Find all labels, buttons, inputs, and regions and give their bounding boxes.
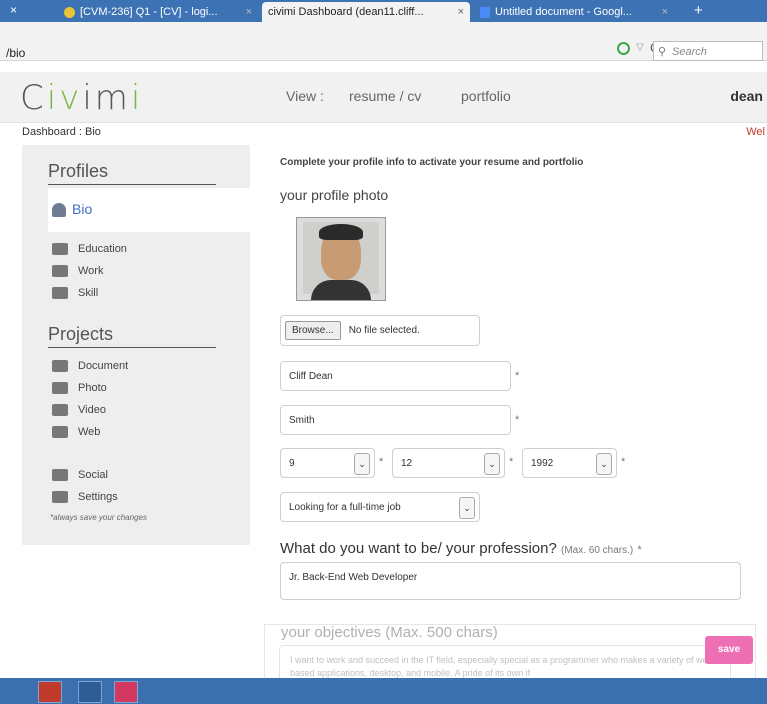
tab-label: Untitled document - Googl... bbox=[495, 6, 632, 18]
tab-close-icon[interactable]: × bbox=[10, 3, 17, 17]
breadcrumb: Dashboard : Bio bbox=[22, 126, 101, 138]
chat-icon bbox=[52, 469, 68, 482]
sidebar-item-work[interactable]: Work bbox=[52, 260, 127, 282]
job-status-select[interactable]: Looking for a full-time job ⌄ bbox=[280, 492, 480, 522]
tab-google-doc[interactable]: Untitled document - Googl... × bbox=[474, 2, 674, 22]
education-icon bbox=[52, 243, 68, 256]
sidebar-item-skill[interactable]: Skill bbox=[52, 282, 127, 304]
dropdown-arrow-icon[interactable]: ▽ bbox=[636, 42, 644, 53]
save-button[interactable]: save bbox=[705, 636, 753, 664]
required-marker: * bbox=[379, 456, 384, 468]
sidebar-item-label: Bio bbox=[72, 201, 93, 217]
save-note: *always save your changes bbox=[50, 513, 147, 522]
required-marker: * bbox=[515, 370, 520, 382]
civimi-logo[interactable]: Civimi bbox=[20, 78, 143, 118]
profile-photo[interactable] bbox=[296, 217, 386, 301]
gear-icon bbox=[52, 491, 68, 504]
sidebar-item-bio[interactable]: Bio bbox=[48, 188, 250, 232]
browser-tab-bar: × [CVM-236] Q1 - [CV] - logi... × civimi… bbox=[0, 0, 767, 22]
projects-heading: Projects bbox=[48, 324, 216, 348]
tab-close-icon[interactable]: × bbox=[662, 2, 668, 22]
objectives-heading: your objectives (Max. 500 chars) bbox=[281, 624, 498, 641]
tab-favicon-icon bbox=[64, 6, 75, 18]
film-icon bbox=[52, 404, 68, 417]
welcome-text: Wel bbox=[746, 126, 765, 138]
chevron-down-icon: ⌄ bbox=[596, 453, 612, 475]
document-icon bbox=[52, 360, 68, 373]
chat-app-icon[interactable] bbox=[78, 681, 102, 703]
project-items: Document Photo Video Web bbox=[52, 355, 128, 443]
photo-shirt bbox=[311, 280, 371, 300]
new-tab-button[interactable]: + bbox=[694, 2, 703, 19]
photo-heading: your profile photo bbox=[280, 187, 389, 203]
day-select[interactable]: 9 ⌄ bbox=[280, 448, 375, 478]
intro-text: Complete your profile info to activate y… bbox=[280, 157, 584, 168]
objectives-textarea[interactable]: I want to work and succeed in the IT fie… bbox=[279, 645, 731, 681]
sidebar-item-settings[interactable]: Settings bbox=[52, 486, 118, 508]
file-upload: Browse... No file selected. bbox=[280, 315, 480, 346]
tab-label: civimi Dashboard (dean11.cliff... bbox=[268, 6, 424, 18]
verified-icon bbox=[617, 42, 630, 55]
tab-label: [CVM-236] Q1 - [CV] - logi... bbox=[80, 6, 218, 18]
profession-heading: What do you want to be/ your profession?… bbox=[280, 540, 642, 557]
camera-icon bbox=[52, 382, 68, 395]
sidebar-item-education[interactable]: Education bbox=[52, 238, 127, 260]
nav-portfolio-link[interactable]: portfolio bbox=[461, 88, 511, 104]
required-marker: * bbox=[621, 456, 626, 468]
puzzle-icon bbox=[52, 287, 68, 300]
search-placeholder: Search bbox=[672, 46, 707, 58]
browse-button[interactable]: Browse... bbox=[285, 321, 341, 340]
docs-icon bbox=[480, 6, 490, 18]
month-select[interactable]: 12 ⌄ bbox=[392, 448, 505, 478]
last-name-field[interactable]: Smith bbox=[280, 405, 511, 435]
search-input[interactable]: ⚲ Search bbox=[653, 41, 763, 61]
year-select[interactable]: 1992 ⌄ bbox=[522, 448, 617, 478]
sidebar-item-video[interactable]: Video bbox=[52, 399, 128, 421]
objectives-section: your objectives (Max. 500 chars) I want … bbox=[264, 624, 756, 682]
tab-close-icon[interactable]: × bbox=[246, 2, 252, 22]
view-label: View : bbox=[286, 88, 324, 104]
briefcase-icon bbox=[52, 265, 68, 278]
profile-items: Education Work Skill bbox=[52, 238, 127, 304]
chevron-down-icon: ⌄ bbox=[484, 453, 500, 475]
url-input[interactable]: /bio bbox=[6, 46, 25, 60]
profiles-heading: Profiles bbox=[48, 161, 216, 185]
tab-close-icon[interactable]: × bbox=[458, 2, 464, 22]
photo-hair bbox=[319, 224, 363, 240]
filezilla-icon[interactable] bbox=[38, 681, 62, 703]
user-icon bbox=[52, 203, 66, 217]
os-taskbar bbox=[0, 678, 767, 704]
first-name-field[interactable]: Cliff Dean bbox=[280, 361, 511, 391]
chevron-down-icon: ⌄ bbox=[459, 497, 475, 519]
user-name[interactable]: dean bbox=[730, 88, 763, 104]
profession-textarea[interactable]: Jr. Back-End Web Developer bbox=[280, 562, 741, 600]
nav-resume-link[interactable]: resume / cv bbox=[349, 88, 421, 104]
sidebar-item-photo[interactable]: Photo bbox=[52, 377, 128, 399]
sidebar-item-web[interactable]: Web bbox=[52, 421, 128, 443]
tab-civimi-dashboard[interactable]: civimi Dashboard (dean11.cliff... × bbox=[262, 2, 470, 22]
cloud-icon bbox=[52, 426, 68, 439]
required-marker: * bbox=[515, 414, 520, 426]
app-icon[interactable] bbox=[114, 681, 138, 703]
required-marker: * bbox=[509, 456, 514, 468]
search-icon: ⚲ bbox=[658, 46, 667, 58]
chevron-down-icon: ⌄ bbox=[354, 453, 370, 475]
sidebar-item-social[interactable]: Social bbox=[52, 464, 118, 486]
sidebar-item-document[interactable]: Document bbox=[52, 355, 128, 377]
tab-jira[interactable]: [CVM-236] Q1 - [CV] - logi... × bbox=[58, 2, 258, 22]
file-status: No file selected. bbox=[348, 325, 420, 336]
social-settings: Social Settings bbox=[52, 464, 118, 508]
